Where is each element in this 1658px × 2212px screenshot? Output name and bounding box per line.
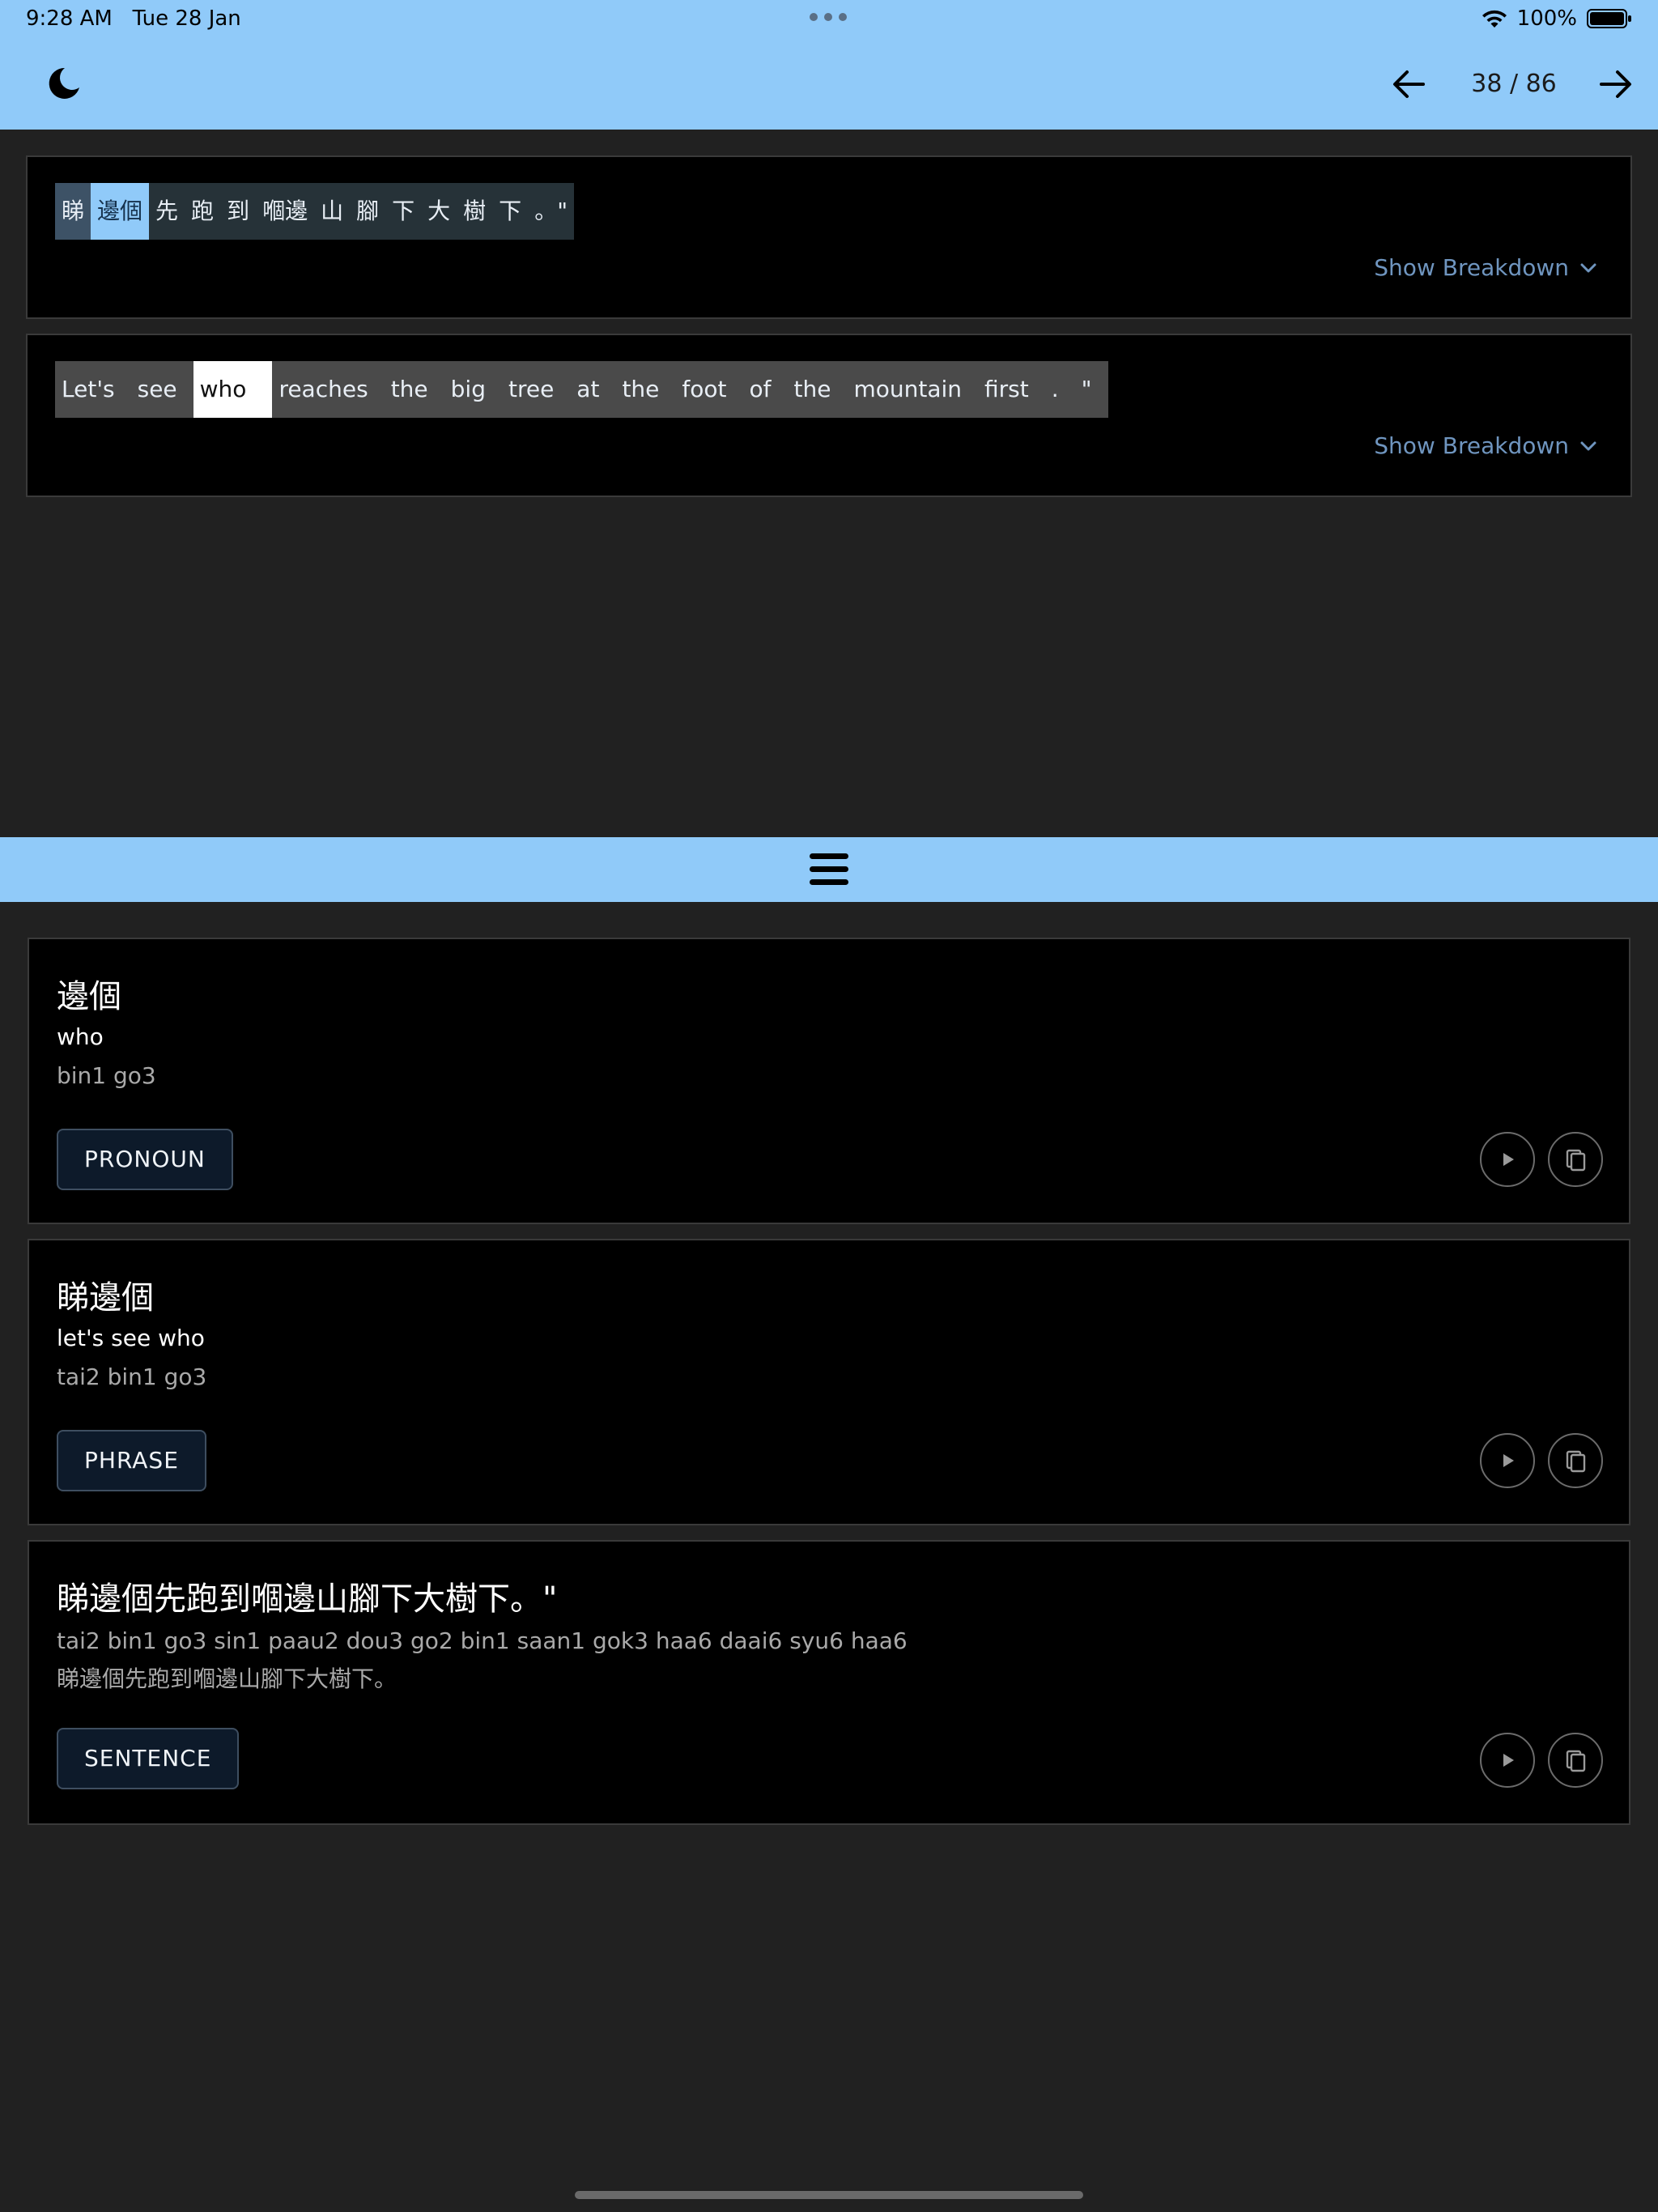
- page-indicator: 38 / 86: [1471, 70, 1557, 98]
- play-audio-button[interactable]: [1480, 1132, 1535, 1187]
- copy-icon: [1566, 1450, 1586, 1473]
- next-page-arrow-icon[interactable]: [1598, 68, 1634, 100]
- chinese-token-strip: 睇邊個先跑到嗰邊山腳下大樹下。": [55, 183, 575, 240]
- token[interactable]: foot: [675, 361, 742, 418]
- show-breakdown-chinese-button[interactable]: Show Breakdown: [1374, 254, 1598, 281]
- status-date: Tue 28 Jan: [132, 6, 241, 31]
- english-token-strip: Let's see who reaches the big tree at the foot of t…: [55, 361, 1108, 418]
- token[interactable]: reaches: [272, 361, 384, 418]
- play-icon: [1503, 1153, 1514, 1166]
- battery-percent: 100%: [1516, 6, 1577, 31]
- token[interactable]: 下: [492, 183, 528, 240]
- panel-resize-handle[interactable]: [0, 837, 1658, 902]
- top-bar: 9:28 AM Tue 28 Jan 100% 38 / 86: [0, 0, 1658, 130]
- entry-meaning: let's see who: [57, 1325, 205, 1351]
- token[interactable]: the: [385, 361, 444, 418]
- status-clock: 9:28 AM: [26, 6, 113, 31]
- breakdown-label: Show Breakdown: [1374, 254, 1569, 281]
- entry-headword: 睇邊個先跑到嗰邊山腳下大樹下。": [57, 1580, 558, 1618]
- copy-button[interactable]: [1548, 1733, 1603, 1788]
- token[interactable]: 跑: [185, 183, 220, 240]
- previous-page-arrow-icon[interactable]: [1391, 68, 1426, 100]
- token[interactable]: 邊個: [91, 183, 150, 240]
- entry-jyutping: bin1 go3: [57, 1062, 156, 1089]
- entry-traditional-text: 睇邊個先跑到嗰邊山腳下大樹下。: [57, 1665, 397, 1692]
- token[interactable]: 。": [528, 183, 574, 240]
- token[interactable]: .: [1045, 361, 1075, 418]
- word-entry-card: 邊個 who bin1 go3 PRONOUN: [28, 938, 1630, 1224]
- word-entry-card: 睇邊個 let's see who tai2 bin1 go3 PHRASE: [28, 1239, 1630, 1525]
- token[interactable]: big: [444, 361, 502, 418]
- dark-mode-toggle-icon[interactable]: [45, 65, 83, 102]
- token[interactable]: the: [615, 361, 675, 418]
- token[interactable]: 嗰邊: [256, 183, 314, 240]
- show-breakdown-english-button[interactable]: Show Breakdown: [1374, 432, 1598, 459]
- token[interactable]: 到: [220, 183, 256, 240]
- token[interactable]: 樹: [457, 183, 492, 240]
- entry-jyutping: tai2 bin1 go3 sin1 paau2 dou3 go2 bin1 s…: [57, 1627, 908, 1654]
- menu-icon: [810, 853, 848, 885]
- token[interactable]: 下: [385, 183, 421, 240]
- token[interactable]: first: [978, 361, 1045, 418]
- token[interactable]: 大: [421, 183, 457, 240]
- part-of-speech-chip[interactable]: PRONOUN: [57, 1129, 233, 1190]
- entry-jyutping: tai2 bin1 go3: [57, 1363, 207, 1390]
- token[interactable]: 腳: [350, 183, 385, 240]
- token[interactable]: 睇: [55, 183, 91, 240]
- wifi-icon: [1482, 10, 1507, 28]
- part-of-speech-chip[interactable]: PHRASE: [57, 1430, 206, 1491]
- token[interactable]: at: [570, 361, 615, 418]
- multitasking-dots-icon[interactable]: [810, 13, 847, 21]
- entry-meaning: who: [57, 1023, 104, 1050]
- play-audio-button[interactable]: [1480, 1733, 1535, 1788]
- entry-headword: 邊個: [57, 978, 121, 1015]
- copy-icon: [1566, 1149, 1586, 1172]
- token[interactable]: who: [193, 361, 273, 418]
- play-icon: [1503, 1754, 1514, 1767]
- english-sentence-card: Let's see who reaches the big tree at the foot of t…: [26, 334, 1632, 497]
- token[interactable]: mountain: [847, 361, 978, 418]
- chevron-down-icon: [1580, 441, 1596, 450]
- battery-icon: [1587, 9, 1631, 28]
- token[interactable]: 山: [314, 183, 350, 240]
- part-of-speech-chip[interactable]: SENTENCE: [57, 1728, 240, 1789]
- token[interactable]: the: [788, 361, 848, 418]
- token[interactable]: 先: [149, 183, 185, 240]
- sentence-entry-card: 睇邊個先跑到嗰邊山腳下大樹下。" tai2 bin1 go3 sin1 paau…: [28, 1540, 1630, 1825]
- token[interactable]: of: [743, 361, 788, 418]
- copy-button[interactable]: [1548, 1433, 1603, 1488]
- chevron-down-icon: [1580, 263, 1596, 272]
- play-icon: [1503, 1454, 1514, 1467]
- token[interactable]: ": [1075, 361, 1108, 418]
- token[interactable]: Let's: [55, 361, 131, 418]
- entry-headword: 睇邊個: [57, 1279, 154, 1317]
- chinese-sentence-card: 睇邊個先跑到嗰邊山腳下大樹下。" Show Breakdown: [26, 155, 1632, 319]
- token[interactable]: see: [131, 361, 193, 418]
- status-time: 9:28 AM Tue 28 Jan: [26, 6, 241, 31]
- breakdown-label: Show Breakdown: [1374, 432, 1569, 459]
- home-indicator[interactable]: [575, 2191, 1083, 2199]
- copy-icon: [1566, 1750, 1586, 1772]
- token[interactable]: tree: [502, 361, 570, 418]
- play-audio-button[interactable]: [1480, 1433, 1535, 1488]
- status-right: 100%: [1482, 6, 1632, 31]
- copy-button[interactable]: [1548, 1132, 1603, 1187]
- app-root: 9:28 AM Tue 28 Jan 100% 38 / 86 睇 邊個 先 跑…: [0, 0, 1658, 2212]
